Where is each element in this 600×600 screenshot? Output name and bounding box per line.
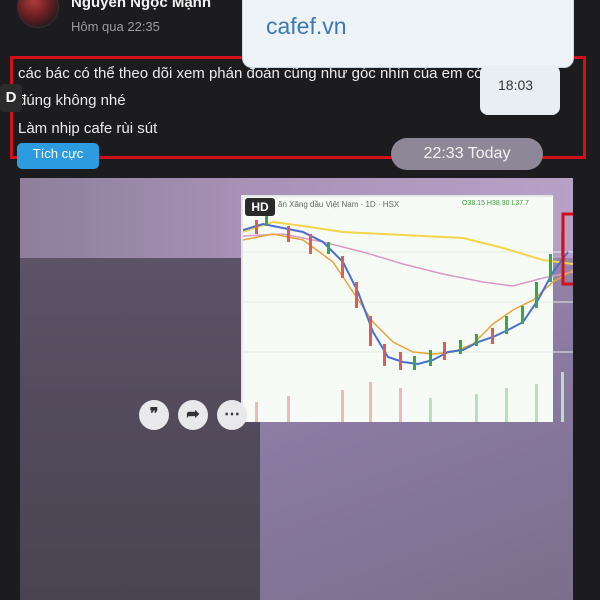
video-badge: D (0, 84, 22, 112)
post-time: Hôm qua 22:35 (71, 19, 160, 34)
volume-bars (255, 372, 564, 422)
message-time: 18:03 (498, 77, 534, 93)
post-card: Nguyen Ngọc Mạnh Hôm qua 22:35 ••• các b… (0, 0, 600, 600)
image-background-left (20, 258, 260, 600)
moving-average-pink (243, 233, 573, 287)
chart-title: ăn Xăng dầu Việt Nam · 1D · HSX (278, 200, 400, 209)
moving-average-yellow (243, 220, 573, 265)
price-line-blue (243, 222, 569, 366)
post-text-line: đúng không nhé (18, 92, 126, 109)
avatar[interactable] (17, 0, 59, 28)
candlestick-chart (243, 212, 573, 422)
post-text-line: Làm nhịp cafe rùi sút (18, 120, 158, 137)
hd-badge: HD (245, 198, 275, 216)
chart-grid (243, 251, 573, 353)
share-icon[interactable]: ➦ (178, 400, 208, 430)
more-icon[interactable]: ⋯ (217, 400, 247, 430)
quote-icon[interactable]: ❞ (139, 400, 169, 430)
sentiment-tag[interactable]: Tích cực (17, 143, 99, 169)
chart-values: O38.15 H38.30 L37.7 (462, 200, 529, 207)
author-name[interactable]: Nguyen Ngọc Mạnh (71, 0, 211, 11)
site-link: cafef.vn (266, 13, 347, 39)
date-divider: 22:33 Today (391, 138, 543, 170)
